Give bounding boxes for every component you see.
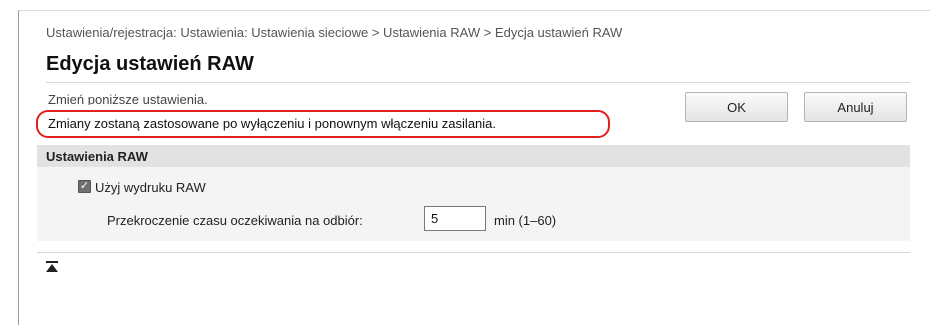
breadcrumb: Ustawienia/rejestracja: Ustawienia: Usta… <box>46 25 623 40</box>
timeout-input[interactable] <box>424 206 486 231</box>
ok-button[interactable]: OK <box>685 92 788 122</box>
title-divider <box>46 82 910 83</box>
instruction-text: Zmień poniższe ustawienia. <box>48 92 208 105</box>
use-raw-label[interactable]: Użyj wydruku RAW <box>95 180 206 195</box>
cancel-button[interactable]: Anuluj <box>804 92 907 122</box>
use-raw-checkbox[interactable]: ✓ <box>78 180 91 193</box>
back-to-top-icon[interactable] <box>45 261 59 273</box>
timeout-unit: min (1–60) <box>494 213 557 228</box>
section-header-raw-settings: Ustawienia RAW <box>37 145 910 167</box>
page-title: Edycja ustawień RAW <box>46 53 254 75</box>
section-divider <box>37 252 910 253</box>
notice-highlight-outline <box>36 110 610 138</box>
timeout-label: Przekroczenie czasu oczekiwania na odbió… <box>107 213 363 228</box>
checkmark-icon: ✓ <box>79 180 90 192</box>
